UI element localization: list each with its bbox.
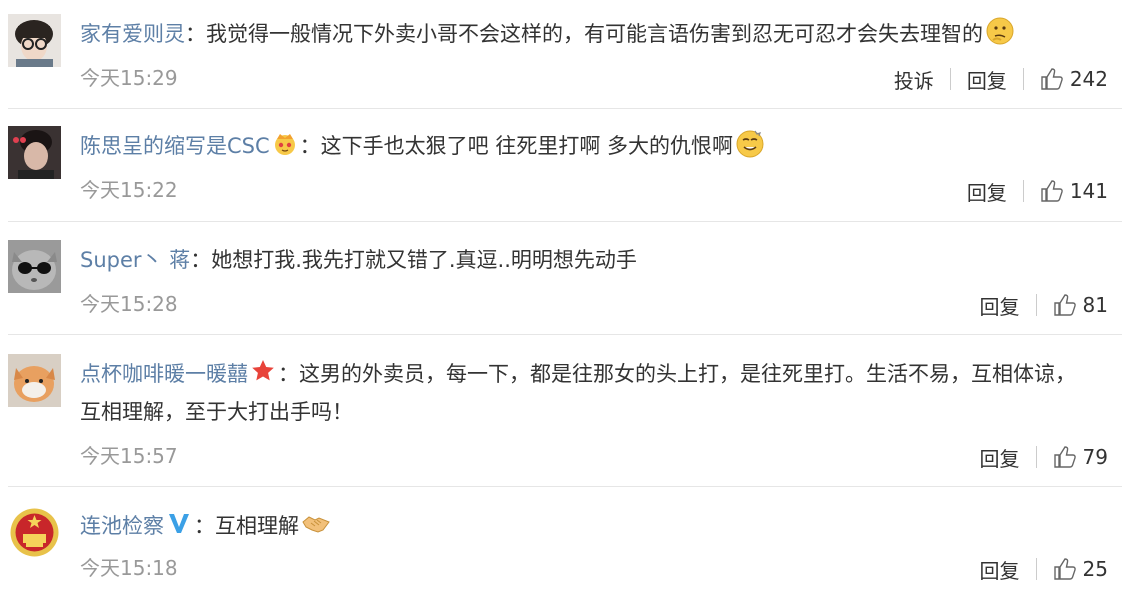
comment-time: 今天15:29: [80, 66, 178, 90]
reply-button[interactable]: 回复: [980, 443, 1020, 472]
avatar[interactable]: [8, 506, 61, 559]
comment-item: Super丶 蒋：她想打我.我先打就又错了.真逗..明明想先动手 今天15:28…: [0, 222, 1122, 335]
username-link[interactable]: Super丶 蒋: [80, 248, 190, 272]
comment-divider: [8, 108, 1122, 109]
reply-button[interactable]: 回复: [967, 177, 1007, 206]
separator: ：: [190, 248, 212, 272]
reply-button[interactable]: 回复: [967, 65, 1007, 94]
username-link[interactable]: 点杯咖啡暖一暖囍: [80, 362, 248, 386]
avatar[interactable]: [8, 354, 61, 407]
comment-item: 点杯咖啡暖一暖囍 ：这男的外卖员，每一下，都是往那女的头上打，是往死里打。生活不易…: [0, 334, 1122, 487]
comment-list: 家有爱则灵：我觉得一般情况下外卖小哥不会这样的，有可能言语伤害到忍无可忍才会失去…: [0, 0, 1122, 597]
comment-time: 今天15:18: [80, 556, 178, 580]
separator: ：: [185, 22, 206, 46]
comment-text: 这男的外卖员，每一下，都是往那女的头上打，是往死里打。生活不易，互相体谅，: [299, 362, 1076, 386]
like-count: 242: [1069, 67, 1108, 91]
comment-actions: 回复 25: [980, 554, 1108, 584]
comment-actions: 回复 79: [980, 442, 1108, 472]
comment-text-line2: 互相理解，至于大打出手吗！: [80, 400, 353, 424]
thumbs-up-icon: [1053, 558, 1076, 580]
separator: ：: [278, 362, 299, 386]
report-button[interactable]: 投诉: [894, 65, 934, 94]
thumbs-up-icon: [1053, 294, 1076, 316]
avatar[interactable]: [8, 126, 61, 179]
username-link[interactable]: 连池检察: [80, 514, 164, 538]
like-count: 141: [1069, 179, 1108, 203]
comment-time: 今天15:57: [80, 444, 178, 468]
like-button[interactable]: 25: [1053, 557, 1108, 581]
comment-time: 今天15:28: [80, 292, 178, 316]
comment-text: 我觉得一般情况下外卖小哥不会这样的，有可能言语伤害到忍无可忍才会失去理智的: [206, 22, 983, 46]
comment-item: 家有爱则灵：我觉得一般情况下外卖小哥不会这样的，有可能言语伤害到忍无可忍才会失去…: [0, 0, 1122, 110]
comment-item: 陈思呈的缩写是CSC ：这下手也太狠了吧 往死里打啊 多大的仇恨啊 今天15:22…: [0, 110, 1122, 222]
like-button[interactable]: 79: [1053, 445, 1108, 469]
avatar[interactable]: [8, 240, 61, 293]
username-link[interactable]: 家有爱则灵: [80, 22, 185, 46]
like-count: 81: [1082, 293, 1108, 317]
divider: [1035, 446, 1037, 468]
like-count: 25: [1082, 557, 1108, 581]
dizzy-emoji-icon: [735, 128, 765, 158]
comment-actions: 回复 141: [967, 176, 1108, 206]
separator: ：: [194, 514, 215, 538]
comment-body: 点杯咖啡暖一暖囍 ：这男的外卖员，每一下，都是往那女的头上打，是往死里打。生活不易…: [80, 356, 1112, 392]
separator: ：: [299, 134, 321, 158]
reply-button[interactable]: 回复: [980, 555, 1020, 584]
divider: [1035, 294, 1037, 316]
star-badge-icon: [250, 358, 276, 384]
divider: [1022, 68, 1024, 90]
comment-body: 陈思呈的缩写是CSC ：这下手也太狠了吧 往死里打啊 多大的仇恨啊: [80, 128, 1112, 164]
comment-actions: 回复 81: [980, 290, 1108, 320]
like-button[interactable]: 242: [1040, 67, 1108, 91]
comment-body: 家有爱则灵：我觉得一般情况下外卖小哥不会这样的，有可能言语伤害到忍无可忍才会失去…: [80, 16, 1112, 52]
username-link[interactable]: 陈思呈的缩写是CSC: [80, 134, 270, 158]
like-count: 79: [1082, 445, 1108, 469]
comment-text: 这下手也太狠了吧 往死里打啊 多大的仇恨啊: [320, 134, 734, 158]
thumbs-up-icon: [1041, 180, 1063, 202]
comment-body: Super丶 蒋：她想打我.我先打就又错了.真逗..明明想先动手: [80, 242, 1112, 278]
comment-text: 互相理解: [215, 514, 299, 538]
crown-badge-icon: [272, 130, 298, 156]
comment-time: 今天15:22: [80, 178, 178, 202]
thinking-emoji-icon: [985, 16, 1015, 46]
comment-text: 她想打我.我先打就又错了.真逗..明明想先动手: [211, 248, 637, 272]
avatar[interactable]: [8, 14, 61, 67]
comment-body-continued: 互相理解，至于大打出手吗！: [80, 394, 1112, 430]
thumbs-up-icon: [1041, 68, 1063, 90]
like-button[interactable]: 81: [1053, 293, 1108, 317]
comment-body: 连池检察 ：互相理解: [80, 508, 1112, 544]
comment-item: 连池检察 ：互相理解 今天15:18 回复 25: [0, 486, 1122, 597]
comment-actions: 投诉 回复 242: [894, 64, 1108, 94]
divider: [949, 68, 951, 90]
handshake-emoji-icon: [301, 508, 331, 538]
divider: [1022, 180, 1024, 202]
verified-v-icon: [166, 510, 192, 536]
divider: [1035, 558, 1037, 580]
reply-button[interactable]: 回复: [980, 291, 1020, 320]
like-button[interactable]: 141: [1040, 179, 1108, 203]
thumbs-up-icon: [1053, 446, 1076, 468]
